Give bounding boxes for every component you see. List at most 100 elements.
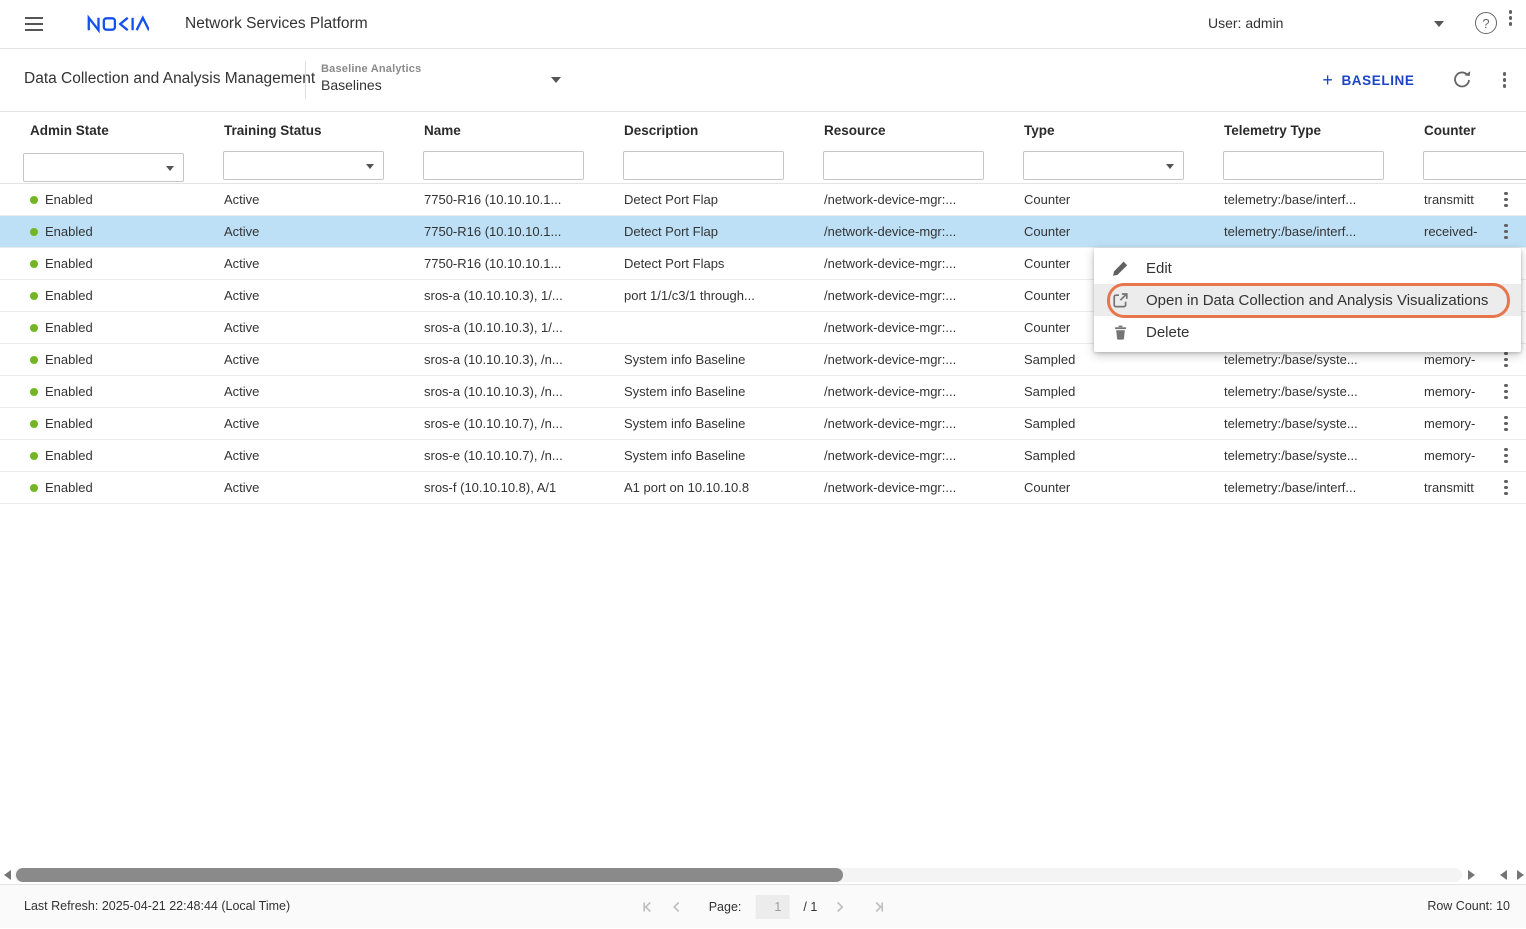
- status-dot-icon: [30, 420, 38, 428]
- horizontal-scrollbar: [0, 866, 1526, 884]
- table-row[interactable]: EnabledActivesros-e (10.10.10.7), /n...S…: [0, 440, 1526, 472]
- user-menu-chevron-down-icon[interactable]: [1434, 21, 1444, 27]
- cell-counter: memory-: [1400, 408, 1486, 439]
- page-number-input[interactable]: [755, 895, 789, 919]
- nokia-logo: [87, 14, 149, 34]
- app-bar: Network Services Platform User: admin ?: [0, 0, 1526, 49]
- column-header-description[interactable]: Description: [600, 114, 800, 148]
- previous-page-button[interactable]: [669, 899, 685, 915]
- cell-training-status: Active: [200, 248, 400, 279]
- column-header-name[interactable]: Name: [400, 114, 600, 148]
- cell-telemetry-type: telemetry:/base/syste...: [1200, 440, 1400, 471]
- cell-telemetry-type: telemetry:/base/syste...: [1200, 376, 1400, 407]
- cell-name: sros-e (10.10.10.7), /n...: [400, 408, 600, 439]
- toolbar-more-options-kebab-icon[interactable]: [1503, 72, 1507, 88]
- filter-admin-state-select[interactable]: [23, 153, 184, 182]
- filter-counter-input[interactable]: [1423, 151, 1526, 180]
- cell-name: 7750-R16 (10.10.10.1...: [400, 248, 600, 279]
- cell-resource: /network-device-mgr:...: [800, 440, 1000, 471]
- view-selector-value: Baselines: [321, 77, 421, 93]
- filter-admin-state-chevron-down-icon: [166, 166, 174, 171]
- cell-name: sros-f (10.10.10.8), A/1: [400, 472, 600, 503]
- scroll-left-arrow-icon[interactable]: [4, 870, 11, 880]
- column-header-type[interactable]: Type: [1000, 114, 1200, 148]
- page-title: Data Collection and Analysis Management: [24, 70, 315, 88]
- cell-training-status: Active: [200, 216, 400, 247]
- first-page-button[interactable]: [639, 899, 655, 915]
- column-header-counter[interactable]: Counter: [1400, 114, 1486, 148]
- column-header-resource[interactable]: Resource: [800, 114, 1000, 148]
- cell-resource: /network-device-mgr:...: [800, 376, 1000, 407]
- page-toolbar: Data Collection and Analysis Management …: [0, 49, 1526, 112]
- last-refresh-text: Last Refresh: 2025-04-21 22:48:44 (Local…: [24, 899, 290, 913]
- scroll-right-arrow-icon[interactable]: [1468, 870, 1475, 880]
- row-actions-kebab-icon[interactable]: [1504, 480, 1508, 496]
- refresh-button[interactable]: [1451, 69, 1473, 91]
- row-actions-kebab-icon[interactable]: [1504, 352, 1508, 368]
- cell-telemetry-type: telemetry:/base/interf...: [1200, 184, 1400, 215]
- view-selector-chevron-down-icon[interactable]: [551, 77, 561, 83]
- scrollbar-thumb[interactable]: [16, 868, 843, 882]
- table-row[interactable]: EnabledActivesros-e (10.10.10.7), /n...S…: [0, 408, 1526, 440]
- add-baseline-button[interactable]: + BASELINE: [1316, 70, 1420, 90]
- row-actions-kebab-icon[interactable]: [1504, 192, 1508, 208]
- page-label: Page:: [709, 900, 742, 914]
- cell-training-status: Active: [200, 440, 400, 471]
- last-page-button[interactable]: [871, 899, 887, 915]
- filter-description-input[interactable]: [623, 151, 784, 180]
- row-actions-kebab-icon[interactable]: [1504, 448, 1508, 464]
- cell-type: Counter: [1000, 184, 1200, 215]
- cell-counter: memory-: [1400, 376, 1486, 407]
- menu-item-delete[interactable]: Delete: [1094, 316, 1521, 348]
- cell-training-status: Active: [200, 184, 400, 215]
- product-title: Network Services Platform: [185, 15, 368, 33]
- status-dot-icon: [30, 196, 38, 204]
- table-row[interactable]: EnabledActive7750-R16 (10.10.10.1...Dete…: [0, 184, 1526, 216]
- filter-training-status-select[interactable]: [223, 151, 384, 180]
- column-settings-kebab-icon[interactable]: [1509, 10, 1513, 26]
- cell-admin-state: Enabled: [0, 472, 200, 503]
- status-dot-icon: [30, 260, 38, 268]
- cell-name: sros-e (10.10.10.7), /n...: [400, 440, 600, 471]
- status-dot-icon: [30, 484, 38, 492]
- row-actions-kebab-icon[interactable]: [1504, 224, 1508, 240]
- row-actions-kebab-icon[interactable]: [1504, 416, 1508, 432]
- menu-item-label: Open in Data Collection and Analysis Vis…: [1146, 292, 1488, 309]
- view-selector[interactable]: Baseline Analytics Baselines: [321, 63, 421, 93]
- cell-resource: /network-device-mgr:...: [800, 280, 1000, 311]
- column-header-admin-state[interactable]: Admin State: [0, 114, 200, 148]
- row-actions-kebab-icon[interactable]: [1504, 384, 1508, 400]
- cell-type: Sampled: [1000, 408, 1200, 439]
- filter-resource-input[interactable]: [823, 151, 984, 180]
- cell-counter: transmitt: [1400, 472, 1486, 503]
- help-icon[interactable]: ?: [1475, 12, 1497, 34]
- table-row[interactable]: EnabledActivesros-a (10.10.10.3), /n...S…: [0, 376, 1526, 408]
- status-dot-icon: [30, 356, 38, 364]
- cell-description: [600, 312, 800, 343]
- cell-name: sros-a (10.10.10.3), /n...: [400, 344, 600, 375]
- table-row[interactable]: EnabledActivesros-f (10.10.10.8), A/1A1 …: [0, 472, 1526, 504]
- user-menu-label[interactable]: User: admin: [1208, 15, 1283, 31]
- column-header-telemetry-type[interactable]: Telemetry Type: [1200, 114, 1400, 148]
- filter-name-input[interactable]: [423, 151, 584, 180]
- filter-type-chevron-down-icon: [1166, 164, 1174, 169]
- menu-item-edit[interactable]: Edit: [1094, 252, 1521, 284]
- row-context-menu: Edit Open in Data Collection and Analysis…: [1094, 248, 1521, 352]
- filter-type-select[interactable]: [1023, 151, 1184, 180]
- next-page-button[interactable]: [831, 899, 847, 915]
- table-row[interactable]: EnabledActive7750-R16 (10.10.10.1...Dete…: [0, 216, 1526, 248]
- cell-name: sros-a (10.10.10.3), 1/...: [400, 280, 600, 311]
- column-scroll-left-arrow-icon[interactable]: [1500, 870, 1507, 880]
- cell-admin-state: Enabled: [0, 248, 200, 279]
- menu-item-open-in-data[interactable]: Open in Data Collection and Analysis Vis…: [1094, 284, 1521, 316]
- plus-icon: +: [1322, 71, 1333, 89]
- column-scroll-right-arrow-icon[interactable]: [1517, 870, 1524, 880]
- cell-resource: /network-device-mgr:...: [800, 408, 1000, 439]
- column-header-training-status[interactable]: Training Status: [200, 114, 400, 148]
- status-dot-icon: [30, 292, 38, 300]
- hamburger-menu-icon[interactable]: [25, 17, 43, 31]
- filter-telemetry-type-input[interactable]: [1223, 151, 1384, 180]
- cell-resource: /network-device-mgr:...: [800, 184, 1000, 215]
- cell-training-status: Active: [200, 280, 400, 311]
- filter-training-status-chevron-down-icon: [366, 164, 374, 169]
